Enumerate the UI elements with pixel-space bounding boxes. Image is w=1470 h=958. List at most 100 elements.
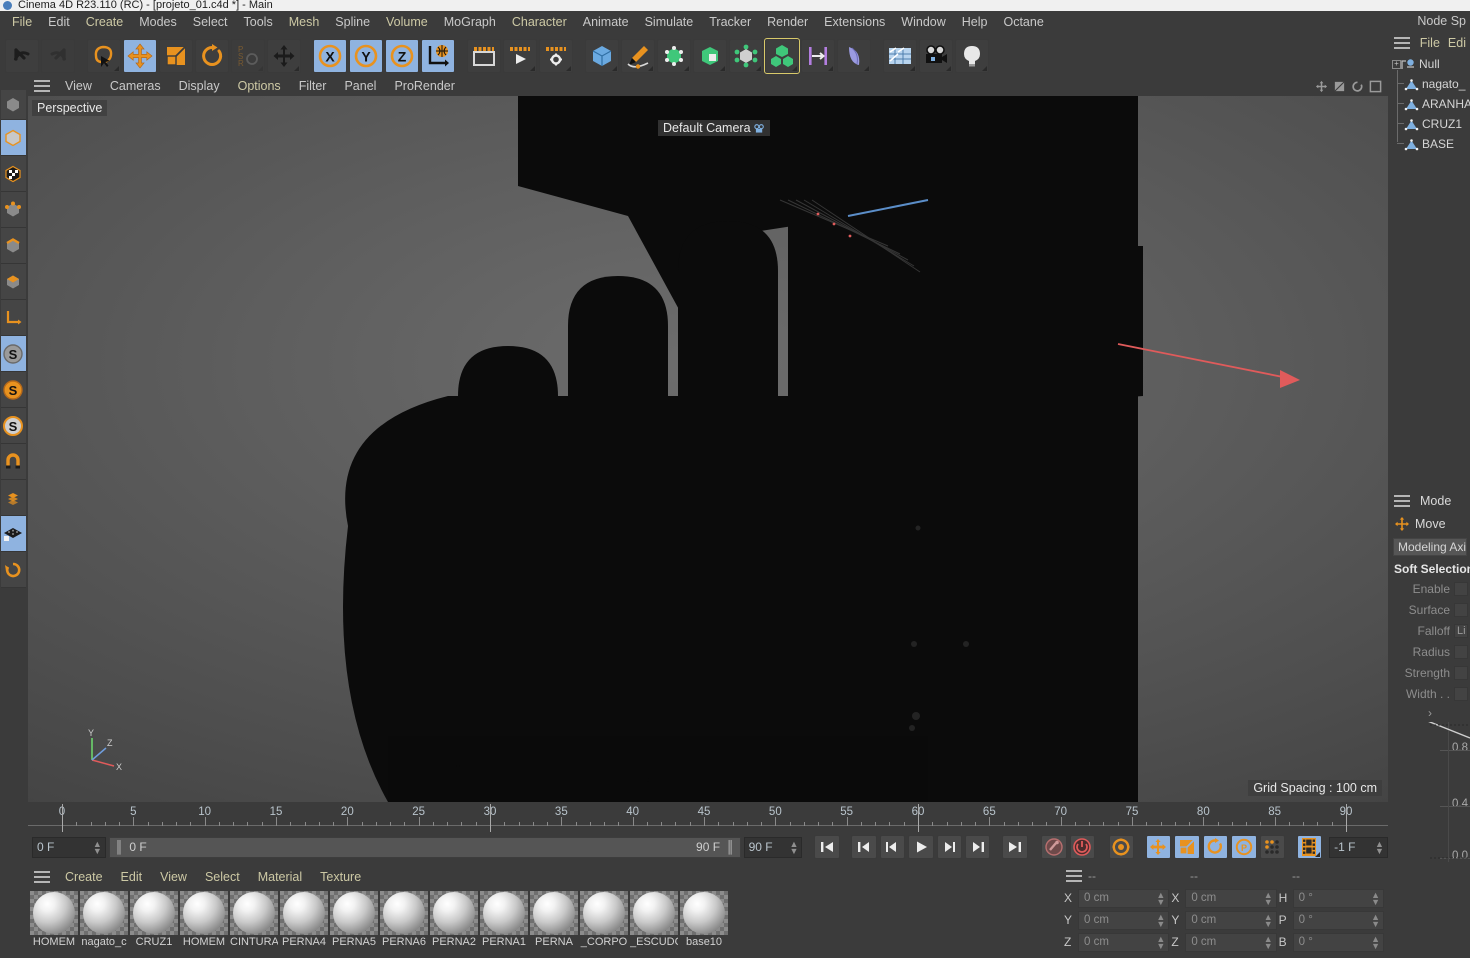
object-item-cruz1[interactable]: CRUZ1 (1390, 114, 1470, 134)
timeline-filmstrip-button[interactable] (1296, 835, 1323, 859)
rotation-spinner[interactable]: ▲ ▼ (1371, 934, 1380, 950)
attribute-field-control[interactable] (1454, 644, 1468, 659)
expand-toggle-icon[interactable]: + (1392, 59, 1401, 69)
workplane-lock-icon[interactable] (0, 516, 26, 552)
timeline-playhead[interactable] (1346, 804, 1347, 832)
timeline-ruler[interactable]: 051015202530354045505560657075808590 (28, 804, 1388, 832)
global-local-icon[interactable] (421, 38, 455, 73)
menu-item-edit[interactable]: Edit (40, 13, 78, 31)
live-selection-icon[interactable] (87, 38, 121, 73)
attribute-field-control[interactable] (1454, 686, 1468, 701)
mograph-cloner-icon[interactable] (764, 37, 800, 74)
workplane-icon[interactable] (0, 480, 26, 516)
material-menu-texture[interactable]: Texture (311, 869, 370, 885)
object-menu-edi[interactable]: Edi (1444, 36, 1470, 50)
position-spinner[interactable]: ▲ ▼ (1156, 890, 1165, 906)
position-spinner[interactable]: ▲ ▼ (1156, 934, 1165, 950)
rotation-spinner[interactable]: ▲ ▼ (1371, 912, 1380, 928)
z-axis-icon[interactable]: Z (385, 38, 419, 73)
points-mode-icon[interactable] (0, 192, 26, 228)
object-menu-hamburger-icon[interactable] (1394, 37, 1410, 49)
rotate-icon[interactable] (195, 38, 229, 73)
camera-icon[interactable] (919, 38, 953, 73)
rotation-spinner[interactable]: ▲ ▼ (1371, 890, 1380, 906)
autokeying-button[interactable] (1069, 835, 1096, 859)
menu-item-modes[interactable]: Modes (131, 13, 185, 31)
rotation-input[interactable]: 0 ° ▲ ▼ (1292, 932, 1384, 952)
next-frame-button[interactable] (936, 835, 963, 859)
viewport-menu-options[interactable]: Options (229, 78, 290, 94)
menu-item-help[interactable]: Help (954, 13, 996, 31)
attribute-field-control[interactable] (1454, 581, 1468, 596)
viewport-3d[interactable]: Perspective Default Camera Grid Spacing … (28, 96, 1388, 802)
rotation-key-button[interactable] (1202, 835, 1229, 859)
attribute-menu-mode[interactable]: Mode (1416, 494, 1455, 508)
object-menu-file[interactable]: File (1416, 36, 1444, 50)
render-view-icon[interactable] (467, 38, 501, 73)
attribute-field-control[interactable]: Li (1454, 623, 1468, 638)
edges-mode-icon[interactable] (0, 228, 26, 264)
size-input[interactable]: 0 cm ▲ ▼ (1185, 932, 1277, 952)
field-icon[interactable] (801, 38, 835, 73)
psr-icon[interactable]: P S R (231, 38, 265, 73)
current-frame-field[interactable]: 0 F ▲ ▼ (32, 836, 106, 858)
preview-frame-field[interactable]: -1 F ▲ ▼ (1329, 836, 1388, 858)
point-level-animation-button[interactable] (1259, 835, 1286, 859)
menu-item-octane[interactable]: Octane (995, 13, 1051, 31)
menu-item-extensions[interactable]: Extensions (816, 13, 893, 31)
snap-settings-icon[interactable]: S (0, 372, 26, 408)
modeling-axis-tab[interactable]: Modeling Axis (1393, 538, 1467, 556)
material-item[interactable]: PERNA2 (430, 891, 478, 949)
undo-icon[interactable] (5, 38, 39, 73)
cube-primitive-icon[interactable] (585, 38, 619, 73)
viewport-rotate-icon[interactable] (1351, 80, 1364, 93)
viewport-menu-filter[interactable]: Filter (290, 78, 336, 94)
menu-item-simulate[interactable]: Simulate (637, 13, 702, 31)
menu-item-character[interactable]: Character (504, 13, 575, 31)
attribute-menu-hamburger-icon[interactable] (1394, 495, 1410, 507)
range-end-grip[interactable]: ║ (726, 840, 735, 854)
material-item[interactable]: PERNA6 (380, 891, 428, 949)
axis-modify-icon[interactable] (0, 300, 26, 336)
size-spinner[interactable]: ▲ ▼ (1264, 934, 1273, 950)
viewport-menu-hamburger-icon[interactable] (34, 80, 50, 92)
viewport-maximize-icon[interactable] (1369, 80, 1382, 93)
material-item[interactable]: HOMEM (30, 891, 78, 949)
object-mode-icon[interactable] (0, 120, 26, 156)
move-icon[interactable] (123, 38, 157, 73)
record-active-objects-button[interactable] (1041, 835, 1067, 859)
size-input[interactable]: 0 cm ▲ ▼ (1185, 888, 1277, 908)
modeling-objects-icon[interactable] (729, 38, 763, 73)
viewport-move-icon[interactable] (1315, 80, 1328, 93)
menu-item-volume[interactable]: Volume (378, 13, 436, 31)
model-mode-icon[interactable] (0, 90, 26, 120)
viewport-menu-cameras[interactable]: Cameras (101, 78, 170, 94)
viewport-menu-panel[interactable]: Panel (335, 78, 385, 94)
material-menu-material[interactable]: Material (249, 869, 311, 885)
position-input[interactable]: 0 cm ▲ ▼ (1078, 910, 1170, 930)
material-item[interactable]: PERNA4 (280, 891, 328, 949)
keyframe-selection-button[interactable] (1108, 835, 1135, 859)
falloff-curve-graph[interactable]: 0.8 0.4 0.0 (1390, 722, 1470, 862)
attribute-field-control[interactable] (1454, 602, 1468, 617)
material-item[interactable]: PERNA1 (480, 891, 528, 949)
material-item[interactable]: _CORPO (580, 891, 628, 949)
viewport-solo-icon[interactable] (0, 552, 26, 588)
bend-deformer-icon[interactable] (693, 38, 727, 73)
size-spinner[interactable]: ▲ ▼ (1264, 890, 1273, 906)
enable-axis-icon[interactable]: S (0, 336, 26, 372)
current-frame-spinner[interactable]: ▲ ▼ (93, 839, 102, 855)
render-queue-icon[interactable] (503, 38, 537, 73)
material-item[interactable]: nagato_c (80, 891, 128, 949)
size-spinner[interactable]: ▲ ▼ (1264, 912, 1273, 928)
material-item[interactable]: base10 (680, 891, 728, 949)
pen-spline-icon[interactable] (621, 38, 655, 73)
material-item[interactable]: PERNA (530, 891, 578, 949)
generator-icon[interactable] (657, 38, 691, 73)
rotation-input[interactable]: 0 ° ▲ ▼ (1292, 888, 1384, 908)
previous-key-button[interactable] (851, 835, 877, 859)
go-to-end-button[interactable] (1002, 835, 1028, 859)
material-item[interactable]: HOMEM (180, 891, 228, 949)
rotation-input[interactable]: 0 ° ▲ ▼ (1292, 910, 1384, 930)
magnet-icon[interactable] (0, 444, 26, 480)
